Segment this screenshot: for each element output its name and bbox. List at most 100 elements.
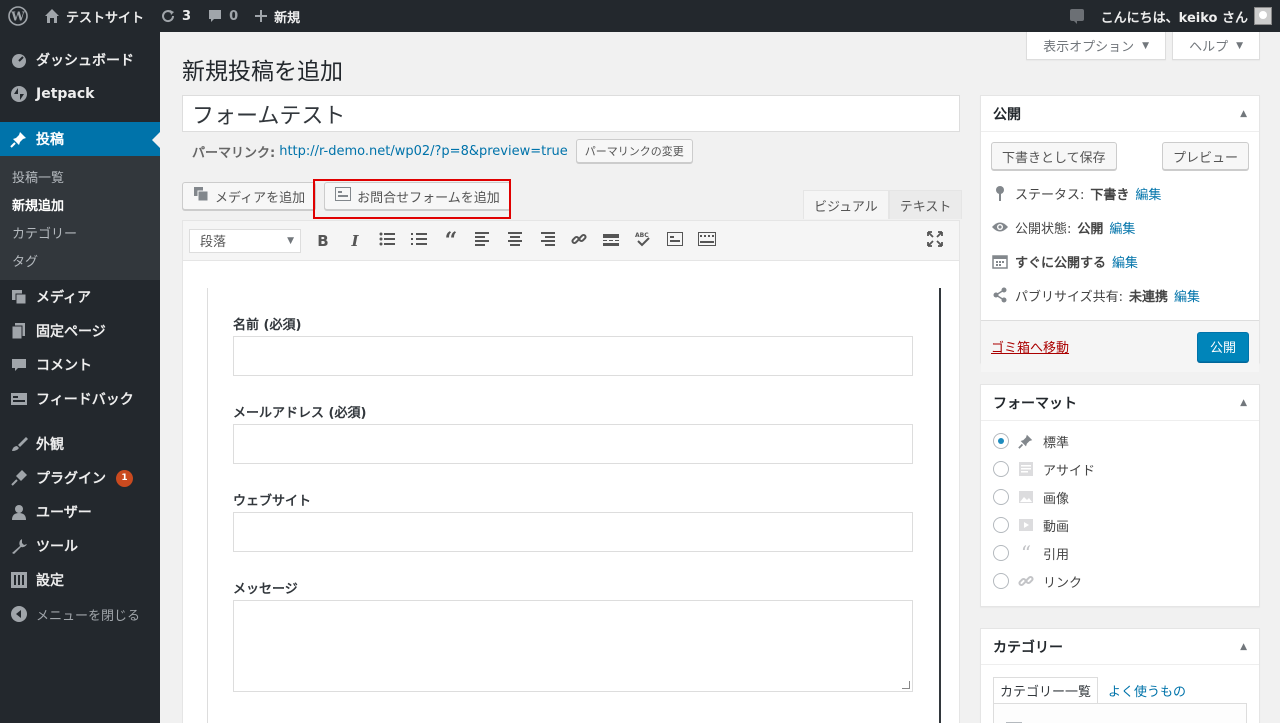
sidebar-item-label: 外観 (36, 437, 64, 453)
save-draft-button[interactable]: 下書きとして保存 (991, 142, 1117, 170)
sidebar-item-users[interactable]: ユーザー (0, 495, 160, 529)
radio-aside[interactable] (993, 461, 1009, 477)
insert-form-button[interactable] (659, 227, 691, 255)
submenu-all-posts[interactable]: 投稿一覧 (0, 162, 160, 190)
screen-options-label: 表示オプション (1043, 40, 1135, 55)
collapse-arrow-icon[interactable]: ▲ (1240, 109, 1247, 119)
insert-link-button[interactable] (563, 227, 595, 255)
format-select[interactable]: 段落 ▼ (189, 228, 301, 253)
status-label: ステータス: (1015, 187, 1085, 203)
align-center-button[interactable] (499, 227, 531, 255)
fullscreen-button[interactable] (919, 227, 951, 255)
post-title-input[interactable]: フォームテスト (182, 95, 960, 132)
publicize-edit-link[interactable]: 編集 (1174, 286, 1200, 305)
account-menu[interactable]: こんにちは、keiko さん (1093, 0, 1280, 32)
submenu-tags[interactable]: タグ (0, 246, 160, 274)
schedule-edit-link[interactable]: 編集 (1112, 252, 1138, 271)
collapse-arrow-icon[interactable]: ▲ (1240, 398, 1247, 408)
format-option-aside[interactable]: アサイド (981, 455, 1259, 483)
sidebar-item-label: ダッシュボード (36, 53, 134, 69)
sidebar-item-settings[interactable]: 設定 (0, 563, 160, 597)
blockquote-button[interactable]: “ (435, 227, 467, 255)
publish-box-header[interactable]: 公開 ▲ (981, 96, 1259, 132)
format-option-image[interactable]: 画像 (981, 483, 1259, 511)
numbered-list-button[interactable] (403, 227, 435, 255)
tab-visual[interactable]: ビジュアル (803, 190, 889, 219)
permalink-url[interactable]: http://r-demo.net/wp02/?p=8&preview=true (279, 144, 568, 159)
sidebar-item-label: 設定 (36, 573, 64, 589)
move-to-trash-link[interactable]: ゴミ箱へ移動 (991, 337, 1069, 356)
italic-button[interactable]: I (339, 227, 371, 255)
sidebar-item-appearance[interactable]: 外観 (0, 427, 160, 461)
format-option-standard[interactable]: 標準 (981, 427, 1259, 455)
comment-bubble-icon (207, 8, 223, 24)
wordpress-logo-button[interactable]: W (0, 0, 36, 32)
format-box-header[interactable]: フォーマット ▲ (981, 385, 1259, 421)
email-field-label: メールアドレス (必須) (233, 406, 367, 421)
editor-content[interactable]: 名前 (必須) メールアドレス (必須) ウェブサイト メッセージ (207, 288, 941, 723)
media-icon (10, 288, 28, 306)
svg-text:ABC: ABC (635, 232, 649, 239)
format-box-title: フォーマット (993, 395, 1077, 412)
updates-link[interactable]: 3 (152, 0, 199, 32)
notifications-button[interactable] (1061, 0, 1093, 32)
eye-icon (991, 221, 1009, 233)
sidebar-item-jetpack[interactable]: Jetpack (0, 77, 160, 111)
bullet-list-button[interactable] (371, 227, 403, 255)
radio-quote[interactable] (993, 545, 1009, 561)
permalink-change-button[interactable]: パーマリンクの変更 (575, 139, 693, 163)
sidebar-item-posts[interactable]: 投稿 (0, 122, 160, 156)
name-field-label: 名前 (必須) (233, 318, 302, 333)
sidebar-item-comments[interactable]: コメント (0, 348, 160, 382)
comments-link[interactable]: 0 (199, 0, 246, 32)
submenu-categories[interactable]: カテゴリー (0, 218, 160, 246)
site-name-link[interactable]: テストサイト (36, 0, 152, 32)
add-media-button[interactable]: メディアを追加 (182, 182, 317, 210)
caret-down-icon: ▼ (1236, 40, 1243, 51)
format-option-link[interactable]: リンク (981, 567, 1259, 595)
new-content-link[interactable]: 新規 (246, 0, 308, 32)
wordpress-icon: W (8, 6, 28, 26)
tab-most-used[interactable]: よく使うもの (1098, 677, 1192, 703)
screen-options-button[interactable]: 表示オプション ▼ (1026, 32, 1167, 60)
sidebar-item-media[interactable]: メディア (0, 280, 160, 314)
align-left-button[interactable] (467, 227, 499, 255)
tab-all-categories[interactable]: カテゴリー一覧 (993, 677, 1099, 703)
website-field[interactable] (233, 512, 913, 552)
radio-link[interactable] (993, 573, 1009, 589)
help-button[interactable]: ヘルプ ▼ (1172, 32, 1260, 60)
format-option-quote[interactable]: “ 引用 (981, 539, 1259, 567)
tab-text[interactable]: テキスト (888, 190, 963, 219)
email-field[interactable] (233, 424, 913, 464)
preview-button[interactable]: プレビュー (1161, 142, 1249, 170)
sidebar-item-pages[interactable]: 固定ページ (0, 314, 160, 348)
status-edit-link[interactable]: 編集 (1135, 184, 1161, 203)
message-field[interactable] (233, 600, 913, 692)
format-option-video[interactable]: 動画 (981, 511, 1259, 539)
publish-button[interactable]: 公開 (1196, 331, 1249, 362)
aside-icon (1017, 461, 1035, 477)
collapse-menu-button[interactable]: メニューを閉じる (0, 597, 160, 631)
sidebar-item-plugins[interactable]: プラグイン 1 (0, 461, 160, 495)
spellcheck-icon: ABC (634, 231, 652, 251)
radio-video[interactable] (993, 517, 1009, 533)
toolbar-toggle-button[interactable] (691, 227, 723, 255)
sidebar-item-tools[interactable]: ツール (0, 529, 160, 563)
visibility-edit-link[interactable]: 編集 (1109, 218, 1135, 237)
align-right-button[interactable] (531, 227, 563, 255)
collapse-arrow-icon[interactable]: ▲ (1240, 642, 1247, 652)
home-icon (44, 8, 60, 24)
category-box-header[interactable]: カテゴリー ▲ (981, 629, 1259, 665)
submenu-add-new[interactable]: 新規追加 (0, 190, 160, 218)
resize-handle-icon[interactable] (902, 681, 910, 689)
radio-image[interactable] (993, 489, 1009, 505)
format-select-value: 段落 (200, 235, 227, 250)
read-more-button[interactable] (595, 227, 627, 255)
permalink-row: パーマリンク: http://r-demo.net/wp02/?p=8&prev… (192, 139, 693, 163)
spellcheck-button[interactable]: ABC (627, 227, 659, 255)
sidebar-item-feedback[interactable]: フィードバック (0, 382, 160, 416)
name-field[interactable] (233, 336, 913, 376)
radio-standard[interactable] (993, 433, 1009, 449)
sidebar-item-dashboard[interactable]: ダッシュボード (0, 43, 160, 77)
bold-button[interactable]: B (307, 227, 339, 255)
